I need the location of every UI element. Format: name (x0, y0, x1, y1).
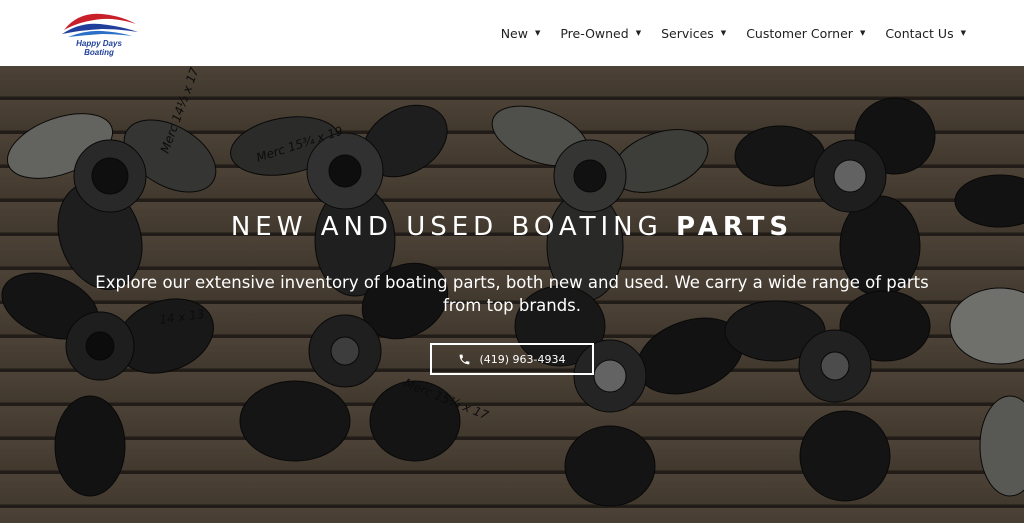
logo-text-line1: Happy Days (76, 39, 122, 48)
hero-subtitle: Explore our extensive inventory of boati… (95, 273, 929, 315)
hero-title-bold: PARTS (676, 212, 794, 242)
caret-down-icon: ▼ (960, 29, 966, 37)
nav-label: Services (661, 25, 714, 41)
nav-label: Pre-Owned (560, 25, 629, 41)
call-phone-button[interactable]: (419) 963-4934 (430, 343, 594, 375)
nav-item-new[interactable]: New ▼ (501, 26, 541, 41)
nav-label: New (500, 25, 528, 41)
nav-label: Customer Corner (746, 25, 853, 41)
nav-label: Contact Us (885, 25, 954, 41)
hero-banner: Merc 15¾ x 19 14 x 13 Merc 15¾ x 17 Merc… (0, 66, 1024, 523)
nav-item-customer-corner[interactable]: Customer Corner ▼ (746, 26, 865, 41)
logo-text-line2: Boating (84, 48, 114, 57)
site-header: Happy Days Boating New ▼ Pre-Owned ▼ Ser… (0, 0, 1024, 66)
hero-title-light: NEW AND USED BOATING (230, 212, 677, 242)
caret-down-icon: ▼ (635, 29, 642, 37)
phone-icon (460, 354, 470, 364)
nav-item-pre-owned[interactable]: Pre-Owned ▼ (560, 26, 641, 41)
caret-down-icon: ▼ (859, 29, 866, 37)
caret-down-icon: ▼ (534, 29, 541, 37)
caret-down-icon: ▼ (720, 29, 727, 37)
nav-item-contact-us[interactable]: Contact Us ▼ (885, 26, 966, 41)
main-nav: New ▼ Pre-Owned ▼ Services ▼ Customer Co… (481, 0, 966, 66)
nav-item-services[interactable]: Services ▼ (661, 26, 726, 41)
hero-title: NEW AND USED BOATING PARTS (0, 212, 1024, 242)
wave-logo-icon (62, 13, 138, 37)
phone-number: (419) 963-4934 (479, 352, 566, 366)
site-logo[interactable]: Happy Days Boating (58, 8, 140, 60)
